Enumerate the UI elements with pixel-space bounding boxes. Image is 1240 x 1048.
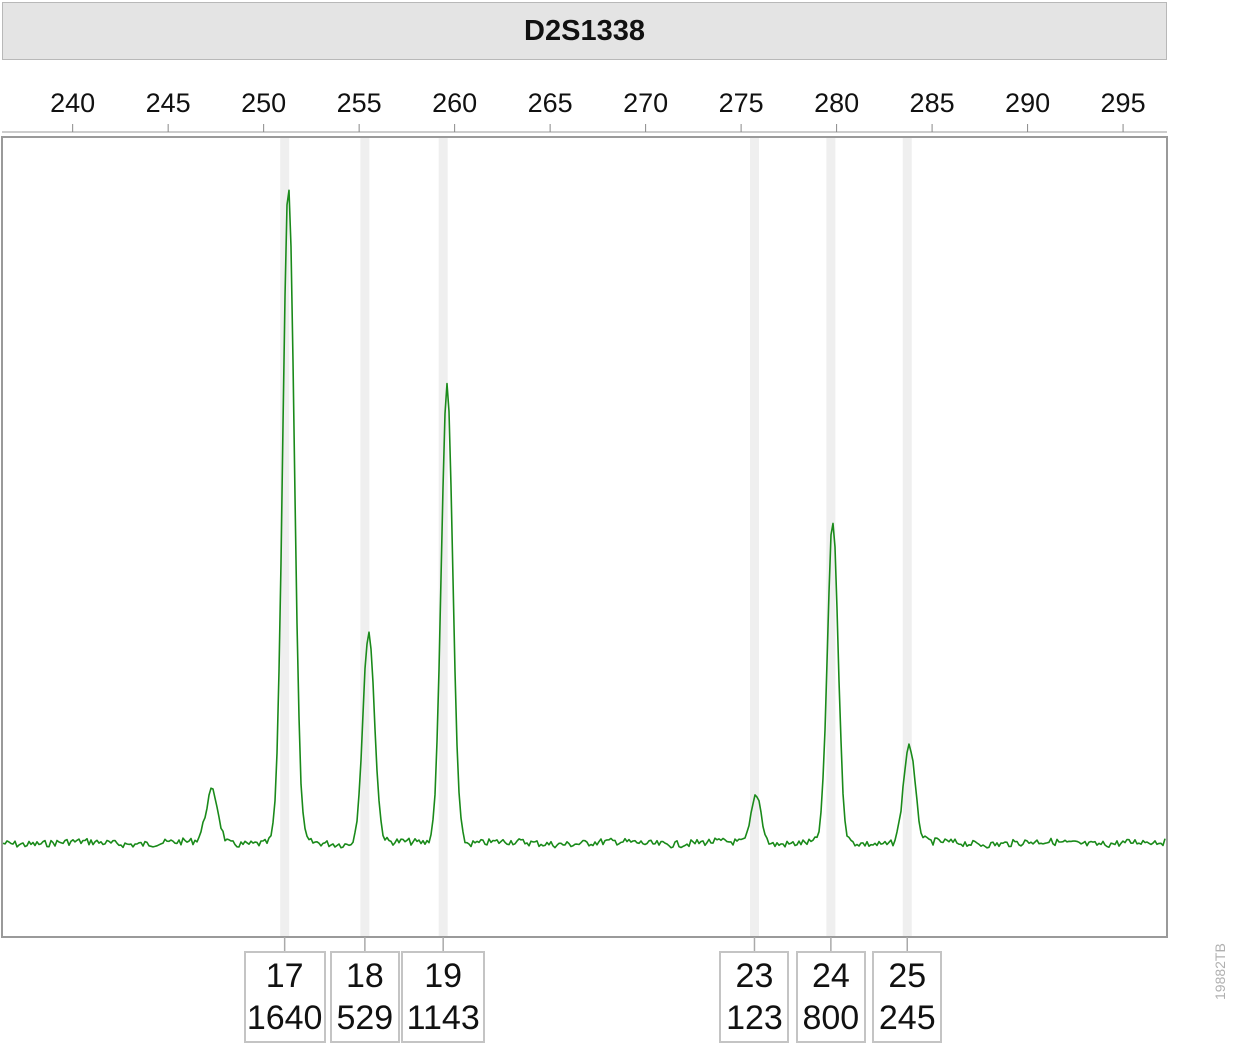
x-tick-label: 240 bbox=[50, 88, 95, 118]
allele-number: 25 bbox=[888, 957, 927, 995]
allele-peak-height: 1640 bbox=[246, 999, 323, 1037]
allele-number: 24 bbox=[811, 957, 850, 995]
x-tick-label: 255 bbox=[337, 88, 382, 118]
allele-number: 18 bbox=[345, 957, 384, 995]
allele-call-box[interactable]: 25 245 bbox=[872, 951, 943, 1043]
allele-number: 23 bbox=[735, 957, 774, 995]
allele-peak-height: 1143 bbox=[406, 999, 480, 1037]
x-tick-label: 260 bbox=[432, 88, 477, 118]
allele-peak-height: 529 bbox=[336, 999, 394, 1037]
allele-call-box[interactable]: 19 1143 bbox=[401, 951, 486, 1043]
allele-number: 17 bbox=[265, 957, 304, 995]
allele-peak-height: 245 bbox=[878, 999, 936, 1037]
x-tick-label: 295 bbox=[1101, 88, 1146, 118]
x-tick-label: 250 bbox=[241, 88, 286, 118]
x-tick-label: 265 bbox=[528, 88, 573, 118]
allele-peak-height: 123 bbox=[726, 999, 783, 1037]
allele-bin bbox=[902, 137, 912, 937]
allele-call-box[interactable]: 18 529 bbox=[329, 951, 400, 1043]
allele-bin bbox=[438, 137, 448, 937]
x-tick-label: 270 bbox=[623, 88, 668, 118]
size-axis-ticks: 240 245 250 255 260 265 270 275 280 285 290 295 bbox=[50, 88, 1146, 132]
allele-call-box[interactable]: 23 123 bbox=[719, 951, 790, 1043]
allele-bin bbox=[749, 137, 759, 937]
allele-call-box[interactable]: 17 1640 bbox=[243, 951, 326, 1043]
allele-bins bbox=[280, 137, 912, 937]
allele-call-box[interactable]: 24 800 bbox=[795, 951, 866, 1043]
plot-area-border bbox=[1, 136, 1168, 938]
electropherogram-chart: 240 245 250 255 260 265 270 275 280 285 290 295 bbox=[1, 88, 1168, 951]
x-tick-label: 275 bbox=[719, 88, 764, 118]
allele-number: 19 bbox=[424, 957, 463, 995]
trace-line bbox=[2, 189, 1166, 849]
x-tick-label: 245 bbox=[146, 88, 191, 118]
allele-bin bbox=[360, 137, 370, 937]
x-tick-label: 290 bbox=[1005, 88, 1050, 118]
figure-code: 19882TB bbox=[1212, 943, 1228, 1000]
allele-leader-lines bbox=[283, 937, 909, 951]
x-tick-label: 280 bbox=[814, 88, 859, 118]
x-tick-label: 285 bbox=[910, 88, 955, 118]
allele-peak-height: 800 bbox=[802, 999, 860, 1037]
